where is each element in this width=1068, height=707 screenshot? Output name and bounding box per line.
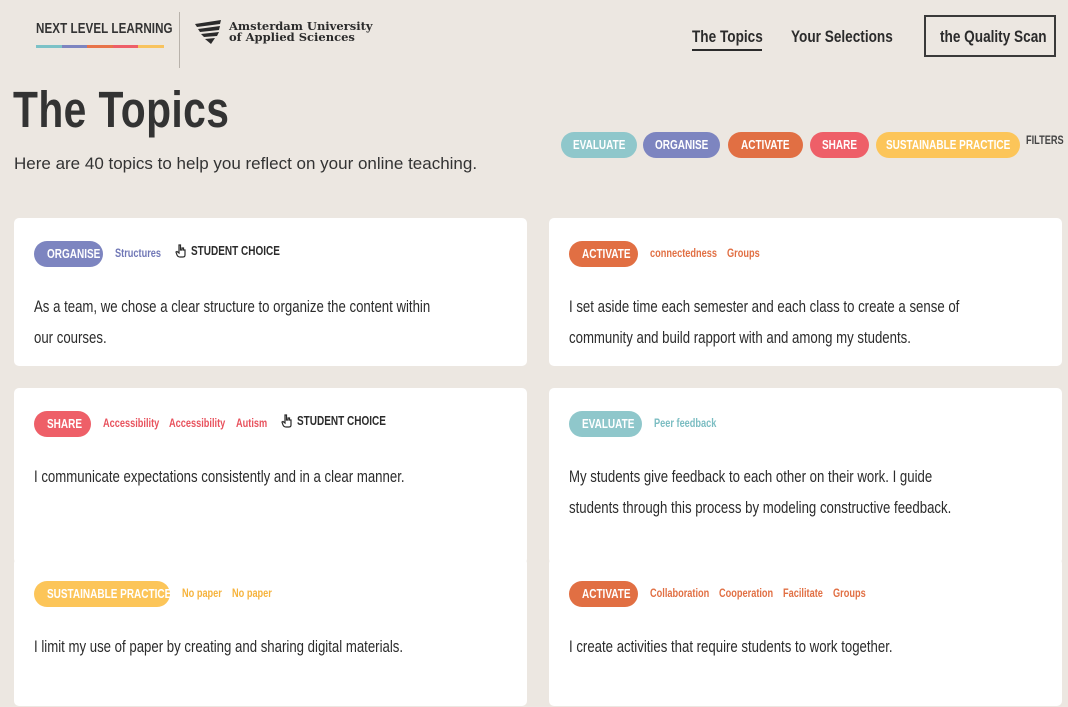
brand-bar-segment-5 — [138, 45, 164, 48]
topic-keyword[interactable]: Accessibility — [169, 418, 225, 430]
topic-keyword[interactable]: Autism — [236, 418, 267, 430]
nav-link-topics[interactable]: The Topics — [692, 27, 780, 51]
hand-pointer-icon — [175, 244, 186, 258]
topic-keyword[interactable]: Collaboration — [650, 588, 709, 600]
topic-category-tag: ORGANISE — [34, 241, 103, 267]
brand-bar-segment-1 — [36, 45, 62, 48]
university-name: Amsterdam University of Applied Sciences — [229, 20, 373, 44]
nav-link-topics-label: The Topics — [692, 27, 763, 46]
topic-category-tag: SHARE — [34, 411, 91, 437]
topic-statement: I limit my use of paper by creating and … — [34, 632, 514, 663]
topic-keyword[interactable]: No paper — [182, 588, 222, 600]
brand-color-bar — [36, 45, 164, 48]
student-choice-badge: STUDENT CHOICE — [175, 244, 302, 258]
topic-category-label: ACTIVATE — [582, 587, 631, 601]
brand-logo[interactable]: NEXT LEVEL LEARNING — [36, 20, 207, 48]
topic-keyword[interactable]: Accessibility — [103, 418, 159, 430]
topic-statement: I communicate expectations consistently … — [34, 462, 514, 493]
page-title: The Topics — [13, 80, 283, 139]
filters-label: FILTERS — [1026, 135, 1068, 147]
topic-statement: My students give feedback to each other … — [569, 462, 1049, 524]
hand-pointer-icon — [280, 414, 292, 428]
topic-statement: I set aside time each semester and each … — [569, 292, 1049, 354]
university-logo[interactable]: Amsterdam University of Applied Sciences — [193, 18, 373, 46]
topic-keyword[interactable]: connectedness — [650, 248, 717, 260]
brand-bar-segment-2 — [61, 45, 88, 48]
filter-chip-organise[interactable]: ORGANISE — [643, 132, 720, 158]
header-divider — [179, 12, 180, 68]
brand-bar-segment-3 — [87, 45, 113, 48]
filter-chip-label: SHARE — [821, 138, 857, 152]
student-choice-badge: STUDENT CHOICE — [280, 414, 408, 428]
student-choice-label: STUDENT CHOICE — [191, 244, 280, 258]
topic-card[interactable]: SHARE Accessibility Accessibility Autism STU… — [14, 388, 527, 564]
filter-chip-evaluate[interactable]: EVALUATE — [561, 132, 637, 158]
topic-card[interactable]: SUSTAINABLE PRACTICE No paper No paper I li… — [14, 558, 527, 706]
topic-category-label: SHARE — [47, 417, 83, 431]
topic-category-tag: ACTIVATE — [569, 241, 638, 267]
topic-keyword[interactable]: No paper — [232, 588, 272, 600]
filter-chip-label: SUSTAINABLE PRACTICE — [885, 138, 1011, 152]
topic-category-label: SUSTAINABLE PRACTICE — [47, 587, 172, 601]
topic-keyword[interactable]: Groups — [833, 588, 866, 600]
topic-category-label: ORGANISE — [47, 247, 101, 261]
topic-statement-line: I limit my use of paper by creating and … — [34, 638, 404, 656]
university-name-line-2: of Applied Sciences — [229, 30, 355, 44]
nav-link-selections[interactable]: Your Selections — [791, 27, 918, 47]
filters-label-text: FILTERS — [1026, 135, 1064, 147]
topic-statement: I create activities that require student… — [569, 632, 1049, 663]
site-header: NEXT LEVEL LEARNING Amsterdam University… — [0, 0, 1068, 70]
topic-card[interactable]: ACTIVATE connectedness Groups I set aside t… — [549, 218, 1062, 366]
university-emblem-icon — [195, 20, 221, 44]
brand-bar-segment-4 — [112, 45, 139, 48]
topic-keyword[interactable]: Structures — [115, 248, 161, 260]
filter-chip-label: ACTIVATE — [741, 138, 790, 152]
filter-chip-label: ORGANISE — [654, 138, 709, 152]
nav-link-selections-label: Your Selections — [791, 27, 893, 46]
topic-card[interactable]: ORGANISE Structures STUDENT CHOICE As a tea… — [14, 218, 527, 366]
page-title-text: The Topics — [13, 81, 230, 138]
topic-category-label: EVALUATE — [582, 417, 635, 431]
topic-statement-line: our courses. — [34, 329, 107, 347]
filter-chip-share[interactable]: SHARE — [810, 132, 869, 158]
topic-category-tag: ACTIVATE — [569, 581, 638, 607]
topic-keyword[interactable]: Facilitate — [783, 588, 823, 600]
page-subtitle: Here are 40 topics to help you reflect o… — [14, 154, 478, 173]
brand-name: NEXT LEVEL LEARNING — [36, 21, 173, 37]
topic-statement-line: I create activities that require student… — [569, 638, 893, 656]
topic-category-tag: SUSTAINABLE PRACTICE — [34, 581, 172, 607]
topic-keyword[interactable]: Peer feedback — [654, 418, 716, 430]
topic-card[interactable]: ACTIVATE Collaboration Cooperation Facilita… — [549, 558, 1062, 706]
topic-category-label: ACTIVATE — [582, 247, 631, 261]
filter-chip-label: EVALUATE — [572, 138, 626, 152]
filter-chip-activate[interactable]: ACTIVATE — [728, 132, 803, 158]
nav-active-underline — [692, 49, 762, 51]
topic-statement-line: I communicate expectations consistently … — [34, 468, 405, 486]
topic-statement-line: As a team, we chose a clear structure to… — [34, 298, 431, 316]
topic-statement-line: students through this process by modelin… — [569, 499, 952, 517]
topic-statement-line: My students give feedback to each other … — [569, 468, 933, 486]
filter-chip-sustainable-practice[interactable]: SUSTAINABLE PRACTICE — [876, 132, 1020, 158]
quality-scan-button[interactable]: the Quality Scan — [924, 15, 1056, 57]
topic-card[interactable]: EVALUATE Peer feedback My students give fe… — [549, 388, 1062, 564]
topic-keyword[interactable]: Groups — [727, 248, 760, 260]
topic-category-tag: EVALUATE — [569, 411, 642, 437]
quality-scan-label: the Quality Scan — [940, 27, 1047, 46]
student-choice-label: STUDENT CHOICE — [296, 414, 386, 428]
topic-statement-line: community and build rapport with and amo… — [569, 329, 911, 347]
topic-statement: As a team, we chose a clear structure to… — [34, 292, 514, 354]
topic-statement-line: I set aside time each semester and each … — [569, 298, 960, 316]
topic-keyword[interactable]: Cooperation — [719, 588, 773, 600]
